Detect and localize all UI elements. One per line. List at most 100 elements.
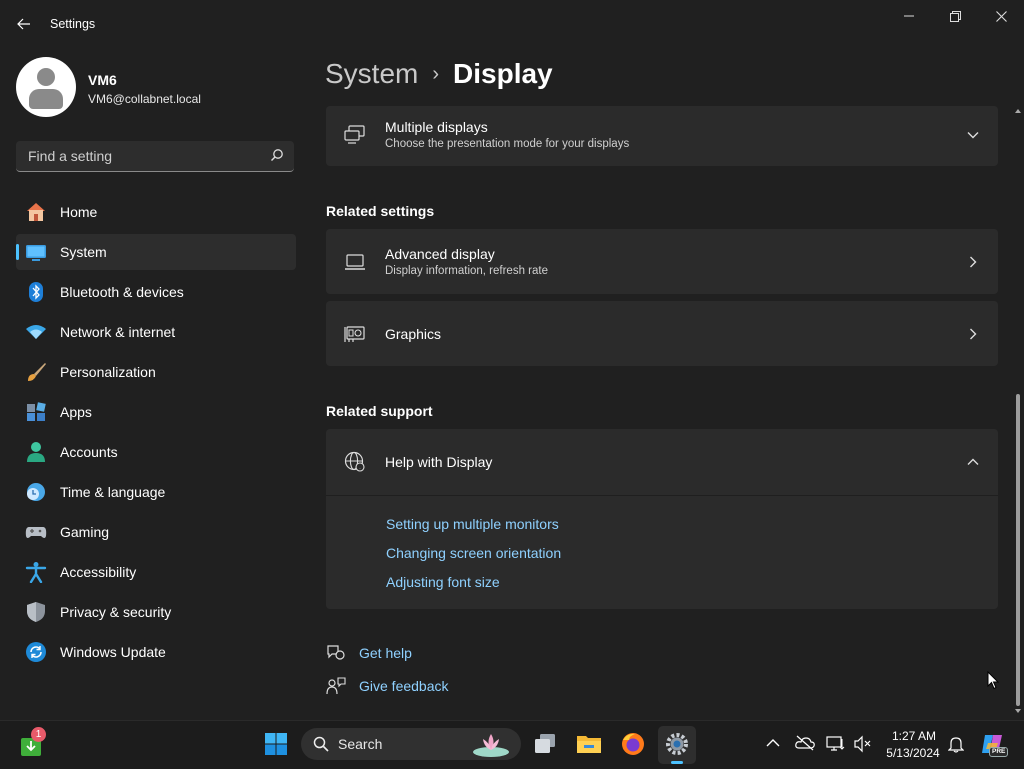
close-button[interactable] <box>978 0 1024 32</box>
give-feedback-link[interactable]: Give feedback <box>326 677 449 695</box>
arrow-left-icon <box>17 18 30 30</box>
laptop-icon <box>345 254 365 270</box>
page-title: Display <box>453 58 553 89</box>
scroll-down-arrow-icon[interactable] <box>1015 708 1021 714</box>
bluetooth-icon <box>25 281 47 303</box>
scrollbar-thumb[interactable] <box>1016 394 1020 706</box>
apps-icon <box>25 401 47 423</box>
sidebar-item-home[interactable]: Home <box>16 194 296 230</box>
chevron-right-icon <box>970 256 977 268</box>
search-icon <box>271 149 283 161</box>
multiple-displays-subtitle: Choose the presentation mode for your di… <box>385 138 630 150</box>
minimize-button[interactable] <box>886 0 932 32</box>
advanced-display-title: Advanced display <box>385 246 495 262</box>
multiple-displays-card[interactable]: Multiple displays Choose the presentatio… <box>326 106 998 166</box>
sidebar-item-personalization[interactable]: Personalization <box>16 354 296 390</box>
shield-icon <box>25 601 47 623</box>
settings-gear-icon <box>666 733 688 755</box>
help-with-display-header[interactable]: Help with Display <box>326 429 998 496</box>
sidebar-item-apps[interactable]: Apps <box>16 394 296 430</box>
chevron-right-icon <box>970 328 977 340</box>
home-icon <box>25 201 47 223</box>
sidebar-item-accounts[interactable]: Accounts <box>16 434 296 470</box>
get-help-link[interactable]: Get help <box>326 644 412 662</box>
taskbar-search[interactable]: Search <box>301 728 521 760</box>
sidebar-item-bluetooth-devices[interactable]: Bluetooth & devices <box>16 274 296 310</box>
multiple-displays-icon <box>344 125 365 144</box>
related-support-heading: Related support <box>326 403 433 419</box>
restore-icon <box>949 10 961 22</box>
help-link-font-size[interactable]: Adjusting font size <box>386 574 500 590</box>
notification-bell-icon[interactable] <box>948 735 964 753</box>
get-help-icon <box>327 645 345 660</box>
network-icon[interactable] <box>826 735 846 753</box>
store-updates-button[interactable]: 1 <box>20 727 46 757</box>
help-link-multiple-monitors[interactable]: Setting up multiple monitors <box>386 516 559 532</box>
restore-button[interactable] <box>932 0 978 32</box>
notification-badge: 1 <box>31 727 46 742</box>
start-button[interactable] <box>264 732 288 756</box>
file-explorer-button[interactable] <box>576 732 602 756</box>
graphics-title: Graphics <box>385 326 442 342</box>
time-language-icon <box>25 481 47 503</box>
back-button[interactable] <box>10 10 38 38</box>
firefox-button[interactable] <box>620 731 646 757</box>
task-view-icon <box>535 734 555 753</box>
settings-taskbar-button[interactable] <box>658 726 696 764</box>
task-view-button[interactable] <box>533 732 557 756</box>
user-name: VM6 <box>88 72 117 88</box>
advanced-display-card[interactable]: Advanced display Display information, re… <box>326 229 998 294</box>
chevron-up-icon[interactable] <box>766 738 780 748</box>
related-settings-heading: Related settings <box>326 203 435 219</box>
scroll-up-arrow-icon[interactable] <box>1015 108 1021 114</box>
copilot-preview-badge: PRE <box>989 747 1009 757</box>
windows-logo-icon <box>265 733 287 755</box>
search-icon <box>313 736 329 752</box>
active-app-indicator <box>671 761 683 764</box>
multiple-displays-title: Multiple displays <box>385 119 488 135</box>
update-icon <box>25 641 47 663</box>
lotus-search-highlight-icon <box>473 734 509 757</box>
firefox-icon <box>622 733 644 755</box>
volume-muted-icon[interactable] <box>853 735 873 753</box>
sidebar-item-gaming[interactable]: Gaming <box>16 514 296 550</box>
help-with-display-card: Help with Display Setting up multiple mo… <box>326 429 998 609</box>
help-link-screen-orientation[interactable]: Changing screen orientation <box>386 545 561 561</box>
search-input[interactable] <box>26 147 260 165</box>
avatar[interactable] <box>16 57 76 117</box>
feedback-icon <box>326 677 346 695</box>
graphics-card-icon <box>344 326 365 342</box>
mouse-cursor-icon <box>987 671 999 690</box>
sidebar-item-privacy-security[interactable]: Privacy & security <box>16 594 296 630</box>
search-box[interactable] <box>16 141 294 172</box>
breadcrumb-parent[interactable]: System <box>325 58 418 89</box>
advanced-display-subtitle: Display information, refresh rate <box>385 265 548 277</box>
chevron-up-icon[interactable] <box>966 455 980 469</box>
clock-date[interactable]: 5/13/2024 <box>882 746 944 760</box>
breadcrumb-separator: › <box>432 63 440 85</box>
help-with-display-title: Help with Display <box>385 454 493 470</box>
folder-icon <box>577 736 601 753</box>
breadcrumb: System › Display <box>325 58 553 90</box>
system-icon <box>25 241 47 263</box>
sidebar-item-accessibility[interactable]: Accessibility <box>16 554 296 590</box>
globe-help-icon <box>344 451 365 472</box>
graphics-card[interactable]: Graphics <box>326 301 998 366</box>
sidebar-item-windows-update[interactable]: Windows Update <box>16 634 296 670</box>
accessibility-icon <box>25 561 47 583</box>
accounts-icon <box>25 441 47 463</box>
app-title: Settings <box>50 17 96 31</box>
minimize-icon <box>904 15 914 17</box>
onedrive-offline-icon[interactable] <box>795 734 815 752</box>
wifi-icon <box>25 321 47 343</box>
copilot-button[interactable]: PRE <box>980 731 1009 757</box>
sidebar-item-system[interactable]: System <box>16 234 296 270</box>
chevron-down-icon[interactable] <box>966 128 980 142</box>
clock-time[interactable]: 1:27 AM <box>886 729 942 743</box>
sidebar-item-time-language[interactable]: Time & language <box>16 474 296 510</box>
sidebar-nav: Home System Bluetooth & devices Network … <box>16 194 296 674</box>
sidebar-item-network-internet[interactable]: Network & internet <box>16 314 296 350</box>
title-bar: Settings <box>0 0 1024 48</box>
brush-icon <box>25 361 47 383</box>
taskbar-search-label: Search <box>338 736 383 752</box>
